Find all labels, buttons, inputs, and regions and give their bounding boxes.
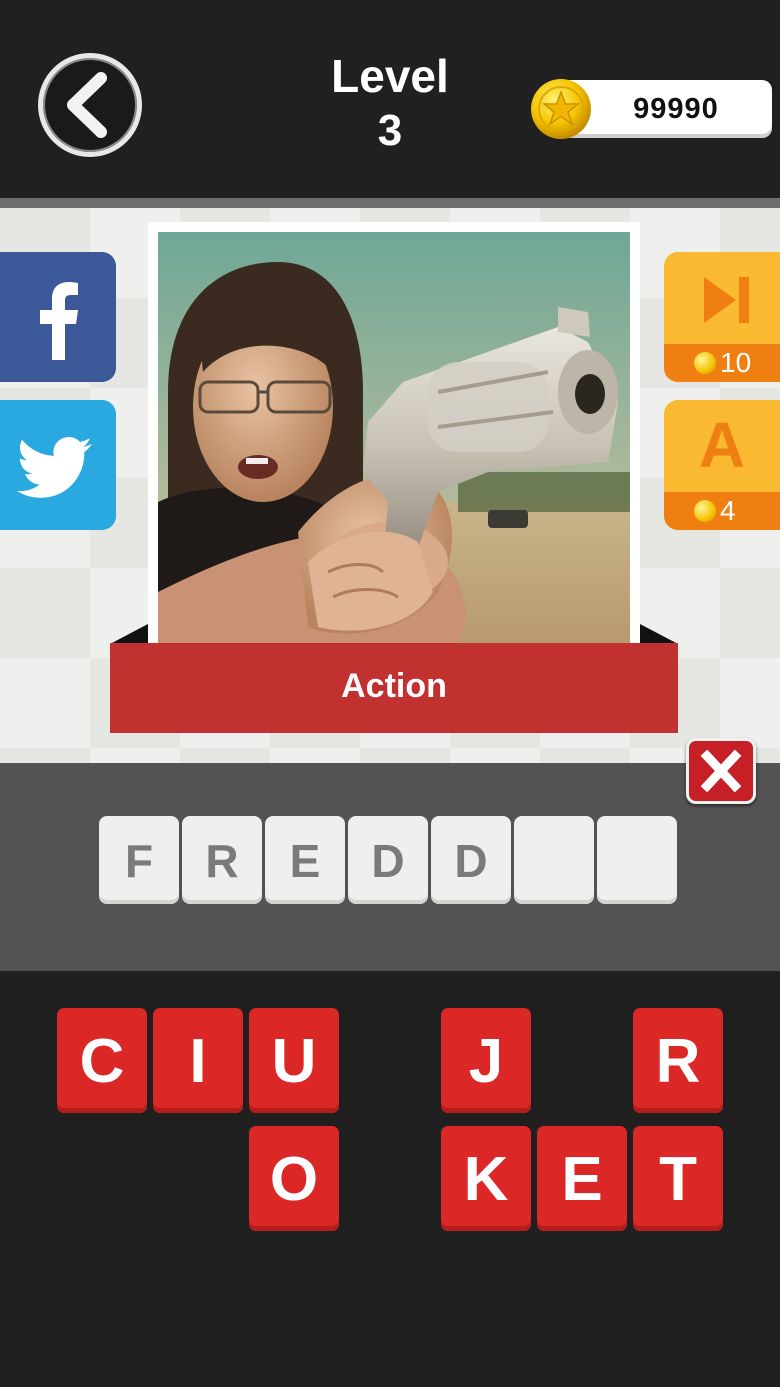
letter-tile[interactable]: T	[633, 1126, 723, 1231]
letter-tile[interactable]: I	[153, 1008, 243, 1113]
man-with-revolver-image	[158, 232, 630, 644]
letter-tile[interactable]: C	[57, 1008, 147, 1113]
back-button[interactable]	[38, 53, 142, 157]
skip-button-face	[664, 252, 780, 344]
letter-tile[interactable]: J	[441, 1008, 531, 1113]
star-coin-icon	[531, 79, 591, 139]
level-label: Level	[331, 50, 449, 102]
category-banner: Action	[110, 643, 678, 733]
puzzle-photo	[158, 232, 630, 644]
answer-slot[interactable]	[514, 816, 594, 904]
twitter-icon	[16, 437, 92, 498]
clear-answer-button[interactable]	[686, 738, 756, 804]
chevron-left-icon	[67, 72, 107, 138]
reveal-cost-value: 4	[720, 495, 736, 526]
facebook-icon	[40, 282, 78, 360]
letter-tile[interactable]: U	[249, 1008, 339, 1113]
answer-slot[interactable]	[597, 816, 677, 904]
reveal-button-face: A	[664, 400, 780, 492]
coin-small-icon	[694, 352, 716, 374]
reveal-cost: 4	[664, 492, 780, 530]
level-number: 3	[377, 106, 403, 155]
skip-cost: 10	[664, 344, 780, 382]
answer-slot[interactable]: D	[348, 816, 428, 904]
reveal-letter-glyph: A	[698, 409, 746, 481]
letter-tile[interactable]: K	[441, 1126, 531, 1231]
answer-slot[interactable]: D	[431, 816, 511, 904]
skip-level-button[interactable]: 10	[664, 252, 780, 382]
close-icon	[700, 749, 742, 793]
letter-tile[interactable]: E	[537, 1126, 627, 1231]
coin-count: 99990	[633, 93, 719, 125]
letter-tile[interactable]: O	[249, 1126, 339, 1231]
letter-tile[interactable]: R	[633, 1008, 723, 1113]
answer-slot[interactable]: F	[99, 816, 179, 904]
ribbon-fold-left	[110, 624, 148, 644]
answer-slot[interactable]: R	[182, 816, 262, 904]
reveal-letter-button[interactable]: A 4	[664, 400, 780, 530]
skip-cost-value: 10	[720, 347, 752, 378]
answer-slot[interactable]: E	[265, 816, 345, 904]
skip-forward-icon	[704, 277, 749, 323]
facebook-share-button[interactable]	[0, 252, 116, 382]
coin-small-icon	[694, 500, 716, 522]
twitter-share-button[interactable]	[0, 400, 116, 530]
ribbon-fold-right	[640, 624, 678, 644]
